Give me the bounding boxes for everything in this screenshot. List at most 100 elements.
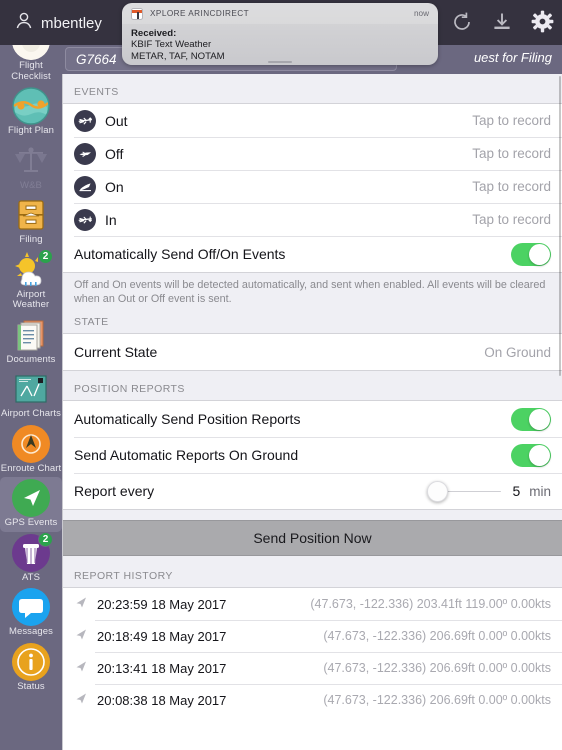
status-info-icon <box>12 642 50 681</box>
sidebar-item-enroute-chart[interactable]: Enroute Chart <box>0 423 62 478</box>
report-history-rows: 20:23:59 18 May 2017 (47.673, -122.336) … <box>63 587 562 750</box>
messages-icon <box>12 588 50 626</box>
auto-send-events-row[interactable]: Automatically Send Off/On Events <box>63 236 562 272</box>
sidebar-item-documents[interactable]: Documents <box>0 314 62 369</box>
person-icon <box>14 11 34 36</box>
sidebar-item-flight-plan[interactable]: Flight Plan <box>0 85 62 140</box>
notification-time: now <box>413 9 429 18</box>
sidebar-item-label: Enroute Chart <box>0 462 62 474</box>
send-position-now-button[interactable]: Send Position Now <box>63 520 562 556</box>
sidebar-item-label: Status <box>17 680 45 692</box>
auto-send-position-toggle[interactable] <box>511 407 551 431</box>
history-row[interactable]: 20:18:49 18 May 2017 (47.673, -122.336) … <box>63 620 562 652</box>
event-row-in[interactable]: In Tap to record <box>63 203 562 236</box>
history-row[interactable]: 20:13:41 18 May 2017 (47.673, -122.336) … <box>63 652 562 684</box>
sidebar-item-label: Filing <box>19 234 43 245</box>
sidebar-item-label: Messages <box>8 626 54 637</box>
report-interval-unit: min <box>529 483 551 499</box>
plane-out-icon <box>74 109 96 132</box>
plane-in-icon <box>74 208 96 231</box>
sidebar-item-filing[interactable]: Filing <box>0 194 62 249</box>
position-reports-rows: Automatically Send Position Reports Send… <box>63 400 562 510</box>
history-row[interactable]: 20:23:59 18 May 2017 (47.673, -122.336) … <box>63 588 562 620</box>
sidebar-item-gps-events[interactable]: GPS Events <box>0 477 62 532</box>
event-value: Tap to record <box>472 146 551 161</box>
event-label: Off <box>105 145 124 162</box>
notification-banner[interactable]: XPLORE ARINCDIRECT now Received: KBIF Te… <box>122 3 438 65</box>
history-time: 20:18:49 18 May 2017 <box>97 628 227 644</box>
notification-app-name: XPLORE ARINCDIRECT <box>150 9 250 18</box>
download-icon[interactable] <box>491 11 513 38</box>
events-rows: Out Tap to record Off Tap to record On T… <box>63 103 562 273</box>
event-row-off[interactable]: Off Tap to record <box>63 137 562 170</box>
location-arrow-icon <box>74 627 92 646</box>
events-footnote: Off and On events will be detected autom… <box>74 279 546 305</box>
history-value: (47.673, -122.336) 206.69ft 0.00º 0.00kt… <box>323 661 551 675</box>
history-value: (47.673, -122.336) 206.69ft 0.00º 0.00kt… <box>323 629 551 643</box>
report-interval-slider[interactable] <box>427 480 502 503</box>
flight-number: G7664 <box>76 51 117 67</box>
sidebar-item-wb[interactable]: W&B <box>0 140 62 195</box>
sidebar-item-label: Airport Weather <box>12 288 50 310</box>
sidebar-item-messages[interactable]: Messages <box>0 586 62 641</box>
slider-thumb[interactable] <box>427 480 449 502</box>
location-arrow-icon <box>74 595 92 614</box>
filing-status-text: uest for Filing <box>473 50 552 65</box>
vertical-scrollbar[interactable] <box>558 76 561 376</box>
history-row[interactable]: 20:08:38 18 May 2017 (47.673, -122.336) … <box>63 684 562 716</box>
sidebar-item-airport-charts[interactable]: Airport Charts <box>0 368 62 423</box>
user-account[interactable]: mbentley <box>14 11 102 36</box>
sidebar-item-label: Airport Charts <box>0 408 61 419</box>
current-state-label: Current State <box>74 344 158 360</box>
weight-balance-icon <box>12 142 50 180</box>
gps-events-icon <box>12 479 50 517</box>
report-interval-value: 5 <box>512 483 521 499</box>
event-label: On <box>105 178 124 195</box>
history-value: (47.673, -122.336) 206.69ft 0.00º 0.00kt… <box>323 693 551 707</box>
notification-title: Received: <box>131 28 177 39</box>
flight-plan-icon <box>12 87 50 125</box>
location-arrow-icon <box>74 691 92 710</box>
state-rows: Current State On Ground <box>63 333 562 371</box>
on-ground-reports-toggle[interactable] <box>511 443 551 467</box>
sidebar-item-airport-weather[interactable]: 2 Airport Weather <box>0 248 62 314</box>
airport-charts-icon <box>12 370 50 408</box>
gear-icon[interactable] <box>531 10 554 38</box>
sidebar-item-ats[interactable]: 2 ATS <box>0 531 62 587</box>
sidebar: Flight Checklist Flight Plan W&B Filing … <box>0 0 62 750</box>
app-root: Flight Checklist Flight Plan W&B Filing … <box>0 0 562 750</box>
history-time: 20:08:38 18 May 2017 <box>97 692 227 708</box>
plane-off-icon <box>74 142 96 165</box>
sidebar-item-label: W&B <box>20 179 42 191</box>
report-interval-control: 5 min <box>427 480 551 503</box>
event-label: Out <box>105 112 128 129</box>
filing-cabinet-icon <box>12 196 50 234</box>
position-reports-section-header: POSITION REPORTS <box>74 383 185 395</box>
badge-count: 2 <box>38 531 53 547</box>
auto-send-events-toggle[interactable] <box>511 242 551 266</box>
event-label: In <box>105 211 117 228</box>
refresh-icon[interactable] <box>451 11 473 38</box>
sidebar-item-label: Flight Checklist <box>11 60 51 82</box>
notification-grip-handle[interactable] <box>268 60 292 63</box>
history-time: 20:13:41 18 May 2017 <box>97 660 227 676</box>
state-section-header: STATE <box>74 316 109 328</box>
sidebar-item-status[interactable]: Status <box>0 641 62 696</box>
weather-icon: 2 <box>12 248 53 289</box>
on-ground-reports-row[interactable]: Send Automatic Reports On Ground <box>63 437 562 473</box>
notification-header: XPLORE ARINCDIRECT now <box>122 3 438 24</box>
report-interval-row[interactable]: Report every 5 min <box>63 473 562 509</box>
auto-send-position-row[interactable]: Automatically Send Position Reports <box>63 401 562 437</box>
auto-send-events-label: Automatically Send Off/On Events <box>74 246 286 262</box>
sidebar-item-label: ATS <box>21 571 41 583</box>
event-row-out[interactable]: Out Tap to record <box>63 104 562 137</box>
sidebar-item-label: Documents <box>6 353 56 365</box>
main-content: EVENTS Out Tap to record Off Tap to reco… <box>62 74 562 750</box>
current-state-row: Current State On Ground <box>63 334 562 370</box>
event-value: Tap to record <box>472 212 551 227</box>
sidebar-item-label: Flight Plan <box>8 125 54 136</box>
history-time: 20:23:59 18 May 2017 <box>97 596 227 612</box>
event-row-on[interactable]: On Tap to record <box>63 170 562 203</box>
notification-body: Received: KBIF Text Weather METAR, TAF, … <box>122 24 438 62</box>
event-value: Tap to record <box>472 113 551 128</box>
